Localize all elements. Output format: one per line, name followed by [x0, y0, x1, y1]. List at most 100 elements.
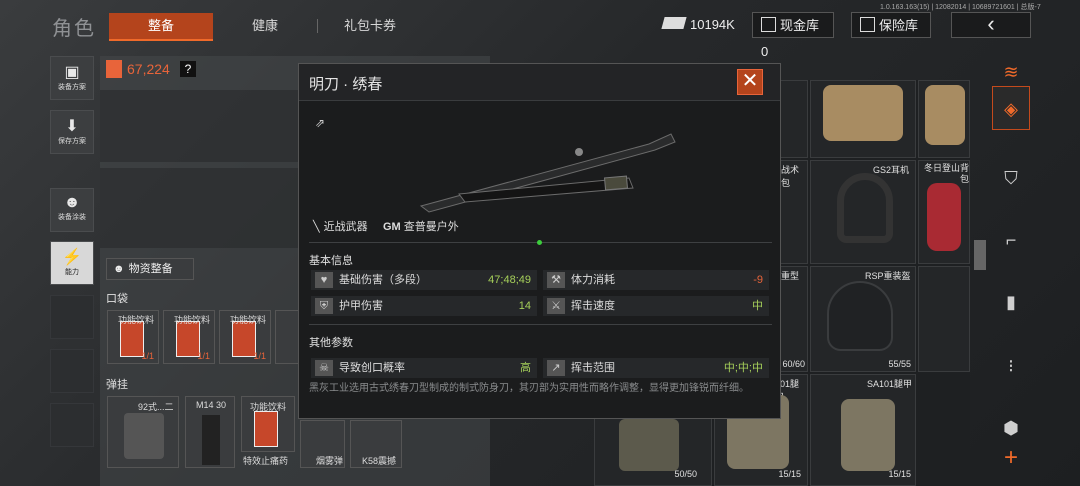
drink-icon: [232, 321, 256, 357]
camo-button[interactable]: ☻ 装备涂装: [50, 188, 94, 232]
add-icon[interactable]: +: [992, 440, 1030, 476]
inventory-item[interactable]: [810, 80, 916, 158]
save-plan-label: 保存方案: [58, 138, 86, 145]
share-icon[interactable]: ⇗: [315, 116, 327, 130]
supply-button[interactable]: ☻ 物资整备: [106, 258, 194, 280]
back-button[interactable]: ‹: [951, 12, 1031, 38]
stat-value: 中: [752, 300, 763, 312]
inventory-item[interactable]: [918, 80, 970, 158]
rig-slot[interactable]: 92式...二级: [107, 396, 179, 468]
pouch-slot[interactable]: 功能饮料 1/1: [107, 310, 159, 364]
stat-value: 47;48;49: [488, 274, 531, 286]
stat-row: ♥ 基础伤害（多段） 47;48;49: [311, 270, 537, 290]
inventory-item[interactable]: [918, 266, 970, 372]
drink-icon: [254, 411, 278, 447]
inventory-item-name: 战术包: [781, 165, 800, 188]
soldier-icon: ☻: [63, 194, 81, 211]
swing-range-icon: ↗: [547, 360, 565, 376]
loadout-value: 67,224: [127, 61, 170, 77]
leg-armor-icon: [841, 399, 895, 471]
inventory-item-count: 15/15: [888, 469, 911, 479]
stat-value: 中;中;中: [723, 362, 763, 374]
stat-label: 基础伤害（多段）: [339, 274, 427, 286]
inventory-scrollbar[interactable]: [974, 240, 986, 270]
inventory-item-name: 冬日登山背包: [923, 163, 969, 184]
currency-icon: [661, 17, 687, 29]
stat-label: 挥击速度: [571, 300, 615, 312]
brand-label: 查普曼户外: [403, 221, 459, 233]
close-button[interactable]: ✕: [737, 69, 763, 95]
help-icon[interactable]: ?: [180, 61, 196, 77]
cash-vault-button[interactable]: 现金库 0: [752, 12, 834, 59]
weapon-preview: [419, 133, 676, 213]
helmet-icon: [827, 281, 893, 351]
stat-label: 导致创口概率: [339, 362, 405, 374]
pouch-slot[interactable]: 功能饮料 1/1: [163, 310, 215, 364]
inventory-item-name: 重型: [781, 271, 800, 281]
armor-item-icon: [619, 419, 679, 471]
pouch-item-label: 功能饮料: [118, 315, 155, 325]
supply-label: 物资整备: [128, 263, 173, 275]
category-armor-icon[interactable]: ⛉: [992, 156, 1030, 200]
rig-slot[interactable]: M14 30: [185, 396, 235, 468]
weapon-brand: GM 查普曼户外: [383, 218, 459, 234]
inventory-item-name: RSP重装盔: [865, 271, 911, 281]
ability-icon: ⚡: [62, 249, 82, 266]
save-plan-button[interactable]: ⬇ 保存方案: [50, 110, 94, 154]
inventory-item[interactable]: RSP重装盔 55/55: [810, 266, 916, 372]
category-ammo-icon[interactable]: ⁝: [992, 344, 1030, 388]
vest-item-icon: [124, 413, 164, 459]
rig-bottom-label: 特效止痛药: [243, 456, 289, 466]
brand-logo-icon: GM: [383, 221, 401, 233]
inventory-item-name: SA101腿甲: [867, 379, 913, 389]
empty-slot: [50, 403, 94, 447]
category-rifle-icon[interactable]: ⌐: [992, 218, 1030, 262]
empty-slot: [50, 295, 94, 339]
pouch-slot[interactable]: [275, 310, 299, 364]
inventory-item-name: GS2耳机: [873, 165, 910, 175]
pouch-item-count: 1/1: [253, 351, 266, 361]
pouch-item-label: 功能饮料: [174, 315, 211, 325]
inventory-item-count: 15/15: [778, 469, 801, 479]
inventory-item-count: 55/55: [888, 359, 911, 369]
inventory-item[interactable]: 战术包: [780, 160, 808, 264]
chevron-left-icon: ‹: [987, 11, 995, 36]
stat-value: -9: [753, 274, 763, 286]
ability-button[interactable]: ⚡ 能力: [50, 241, 94, 285]
bleed-icon: ☠: [315, 360, 333, 376]
inventory-item[interactable]: [780, 80, 808, 158]
loadout-plan-label: 装备方案: [58, 84, 86, 91]
vest-icon: ▣: [64, 64, 80, 81]
safe-icon: [860, 17, 875, 32]
stat-row: ⛨ 护甲伤害 14: [311, 296, 537, 316]
rig-item-label: M14 30: [196, 400, 227, 410]
category-all-icon[interactable]: ◈: [992, 86, 1030, 130]
category-magazine-icon[interactable]: ▮: [992, 280, 1030, 324]
stat-row: ↗ 挥击范围 中;中;中: [543, 358, 769, 378]
inventory-item[interactable]: SA101腿甲 15/15: [810, 374, 916, 486]
inventory-item[interactable]: 冬日登山背包: [918, 160, 970, 264]
inventory-item[interactable]: GS2耳机: [810, 160, 916, 264]
armor-damage-icon: ⛨: [315, 298, 333, 314]
safe-button[interactable]: 保险库: [851, 12, 931, 38]
backpack-icon: [823, 85, 903, 141]
stamina-icon: ⚒: [547, 272, 565, 288]
inventory-item[interactable]: 重型 60/60: [780, 266, 808, 372]
swing-speed-icon: ⚔: [547, 298, 565, 314]
pouch-slot[interactable]: 功能饮料 1/1: [219, 310, 271, 364]
tab-gift-cards[interactable]: 礼包卡券: [328, 13, 412, 39]
download-icon: ⬇: [65, 118, 79, 135]
drink-icon: [120, 321, 144, 357]
stat-label: 挥击范围: [571, 362, 615, 374]
loadout-plan-button[interactable]: ▣ 装备方案: [50, 56, 94, 100]
weapon-type-label: 近战武器: [323, 221, 368, 233]
rig-slot[interactable]: 功能饮料: [241, 396, 295, 452]
tab-health[interactable]: 健康: [225, 13, 305, 39]
pouch-label: 口袋: [106, 293, 128, 305]
pouch-item-count: 1/1: [141, 351, 154, 361]
tab-divider: [317, 19, 318, 33]
tab-equip[interactable]: 整备: [109, 13, 213, 41]
version-text: 1.0.163.163(15) | 12082014 | 10689721601…: [880, 4, 1041, 11]
stat-label: 护甲伤害: [339, 300, 383, 312]
empty-slot: [50, 349, 94, 393]
